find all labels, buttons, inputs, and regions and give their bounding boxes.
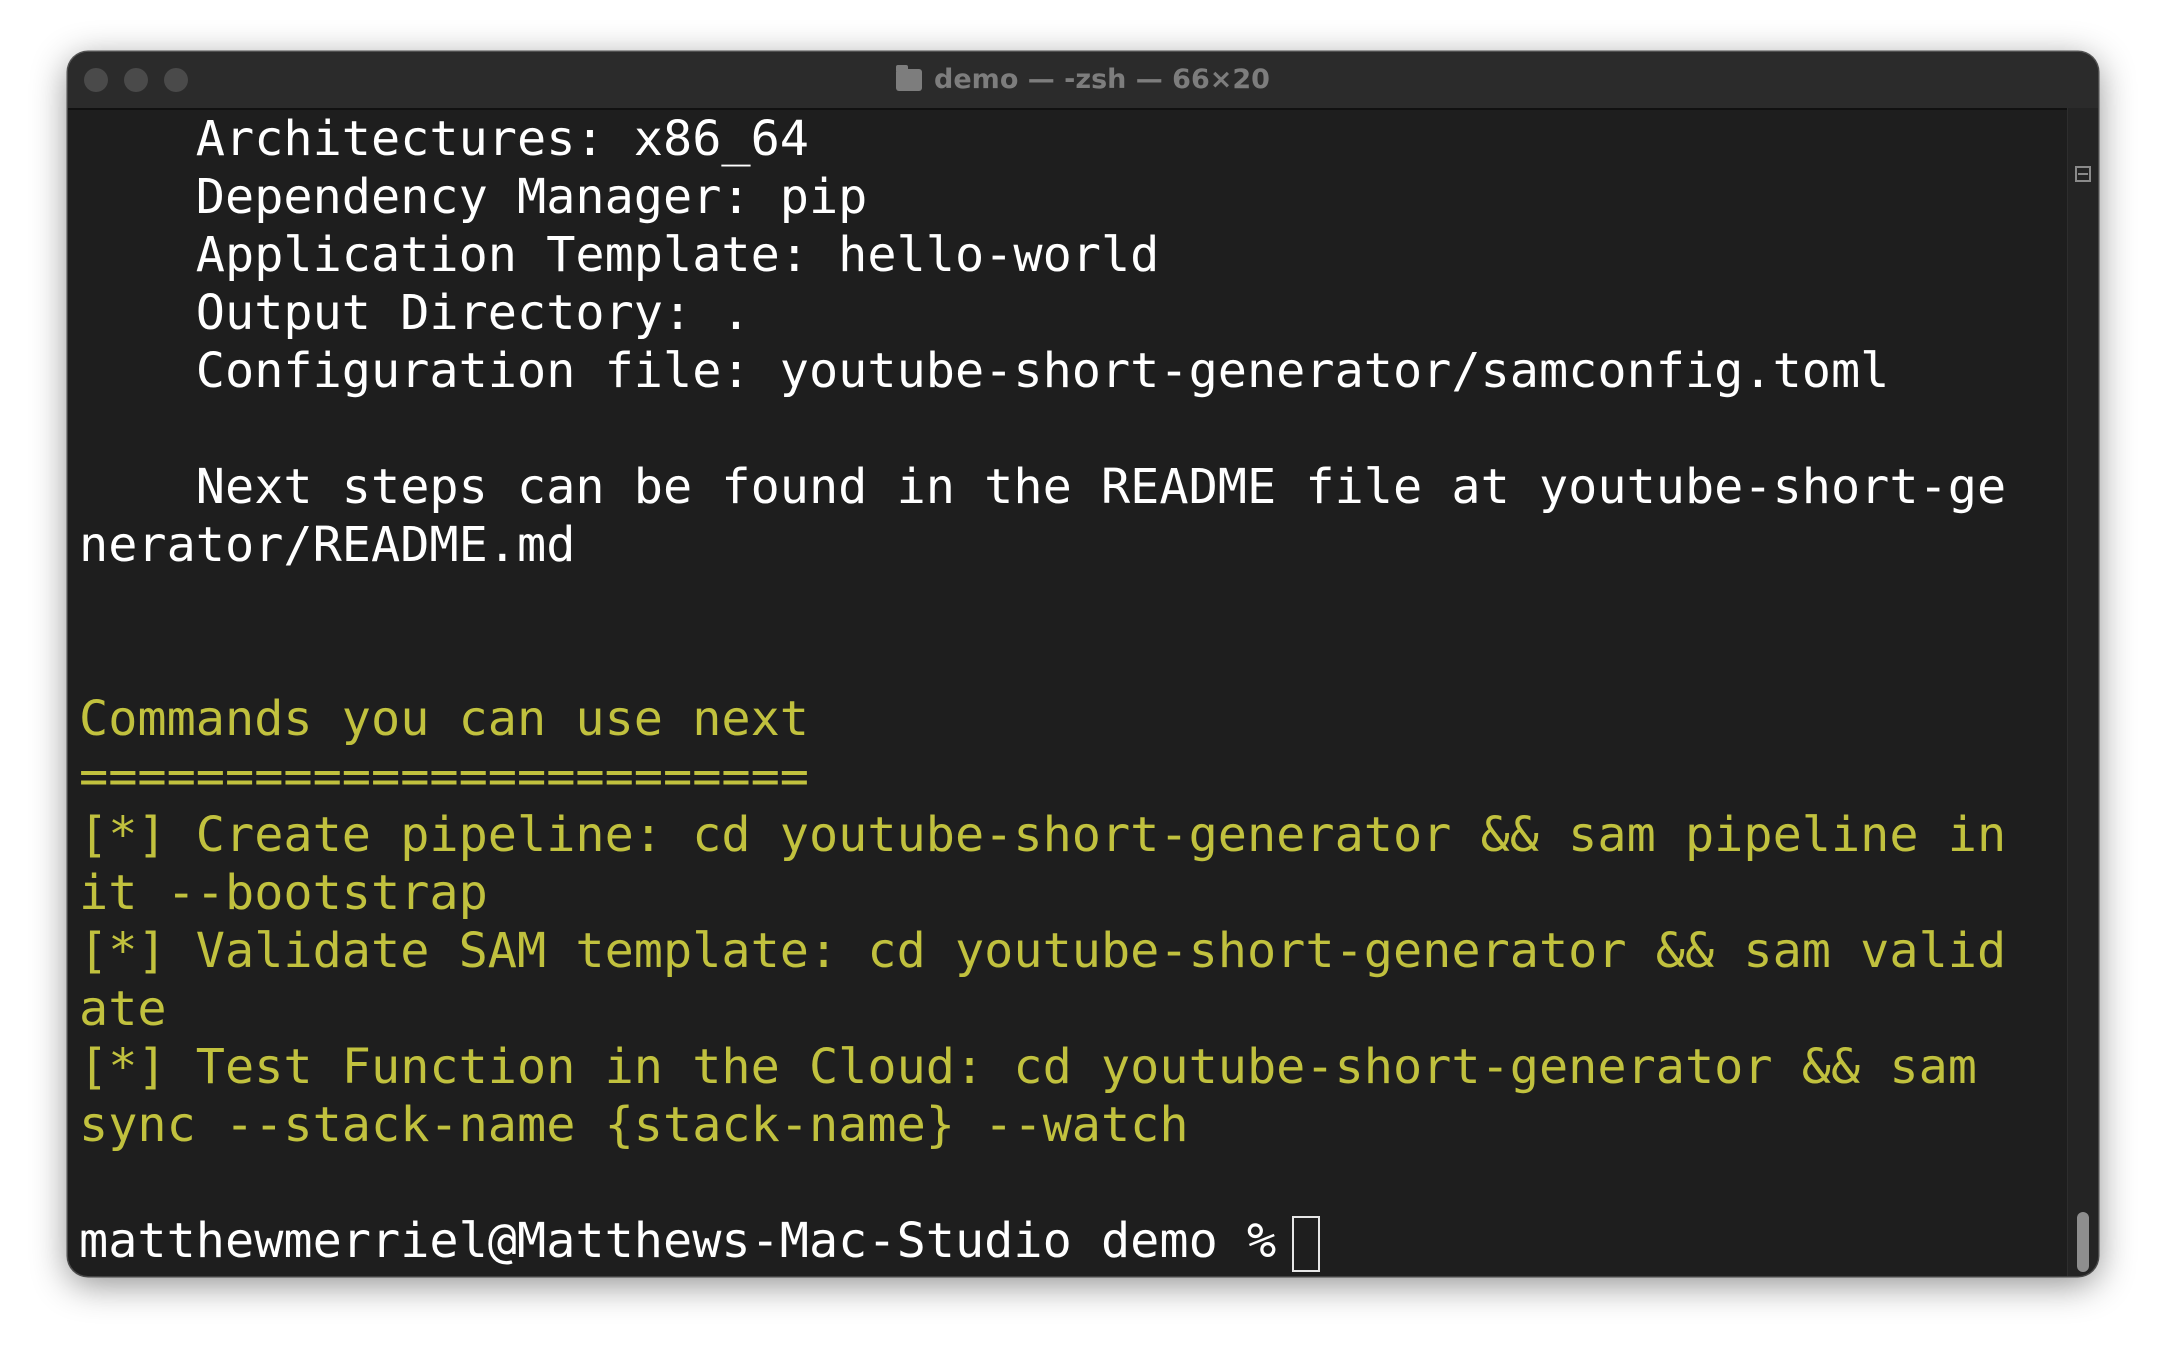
terminal-line: Commands you can use next [79,691,809,747]
terminal-line: [*] Create pipeline: cd youtube-short-ge… [79,807,2007,863]
prompt-line[interactable]: matthewmerriel@Matthews-Mac-Studio demo … [79,1212,2058,1272]
text-cursor [1292,1216,1321,1272]
scrollbar[interactable] [2067,108,2098,1276]
terminal-line: Configuration file: youtube-short-genera… [79,343,1890,399]
terminal-line: Dependency Manager: pip [79,169,868,225]
terminal-line: Architectures: x86_64 [79,111,809,167]
terminal-line: it --bootstrap [79,865,488,921]
window-title-text: demo — -zsh — 66×20 [934,64,1270,95]
terminal-line: ate [79,981,167,1037]
title-bar[interactable]: demo — -zsh — 66×20 [68,52,2098,110]
scrollbar-thumb[interactable] [2077,1212,2089,1272]
folder-icon [896,65,923,91]
window-title: demo — -zsh — 66×20 [68,62,2098,98]
terminal-line: [*] Validate SAM template: cd youtube-sh… [79,923,2007,979]
terminal-line: [*] Test Function in the Cloud: cd youtu… [79,1039,2007,1095]
terminal-line: ========================= [79,749,809,805]
shell-prompt: matthewmerriel@Matthews-Mac-Studio demo … [79,1213,1277,1269]
terminal-output[interactable]: Architectures: x86_64 Dependency Manager… [79,110,2058,1276]
terminal-window: demo — -zsh — 66×20 Architectures: x86_6… [68,52,2098,1276]
terminal-line: Application Template: hello-world [79,227,1160,283]
terminal-line: Output Directory: . [79,285,751,341]
terminal-line: Next steps can be found in the README fi… [79,459,2007,515]
terminal-line: sync --stack-name {stack-name} --watch [79,1097,1189,1153]
terminal-line: nerator/README.md [79,517,576,573]
split-pane-icon[interactable] [2075,166,2091,182]
